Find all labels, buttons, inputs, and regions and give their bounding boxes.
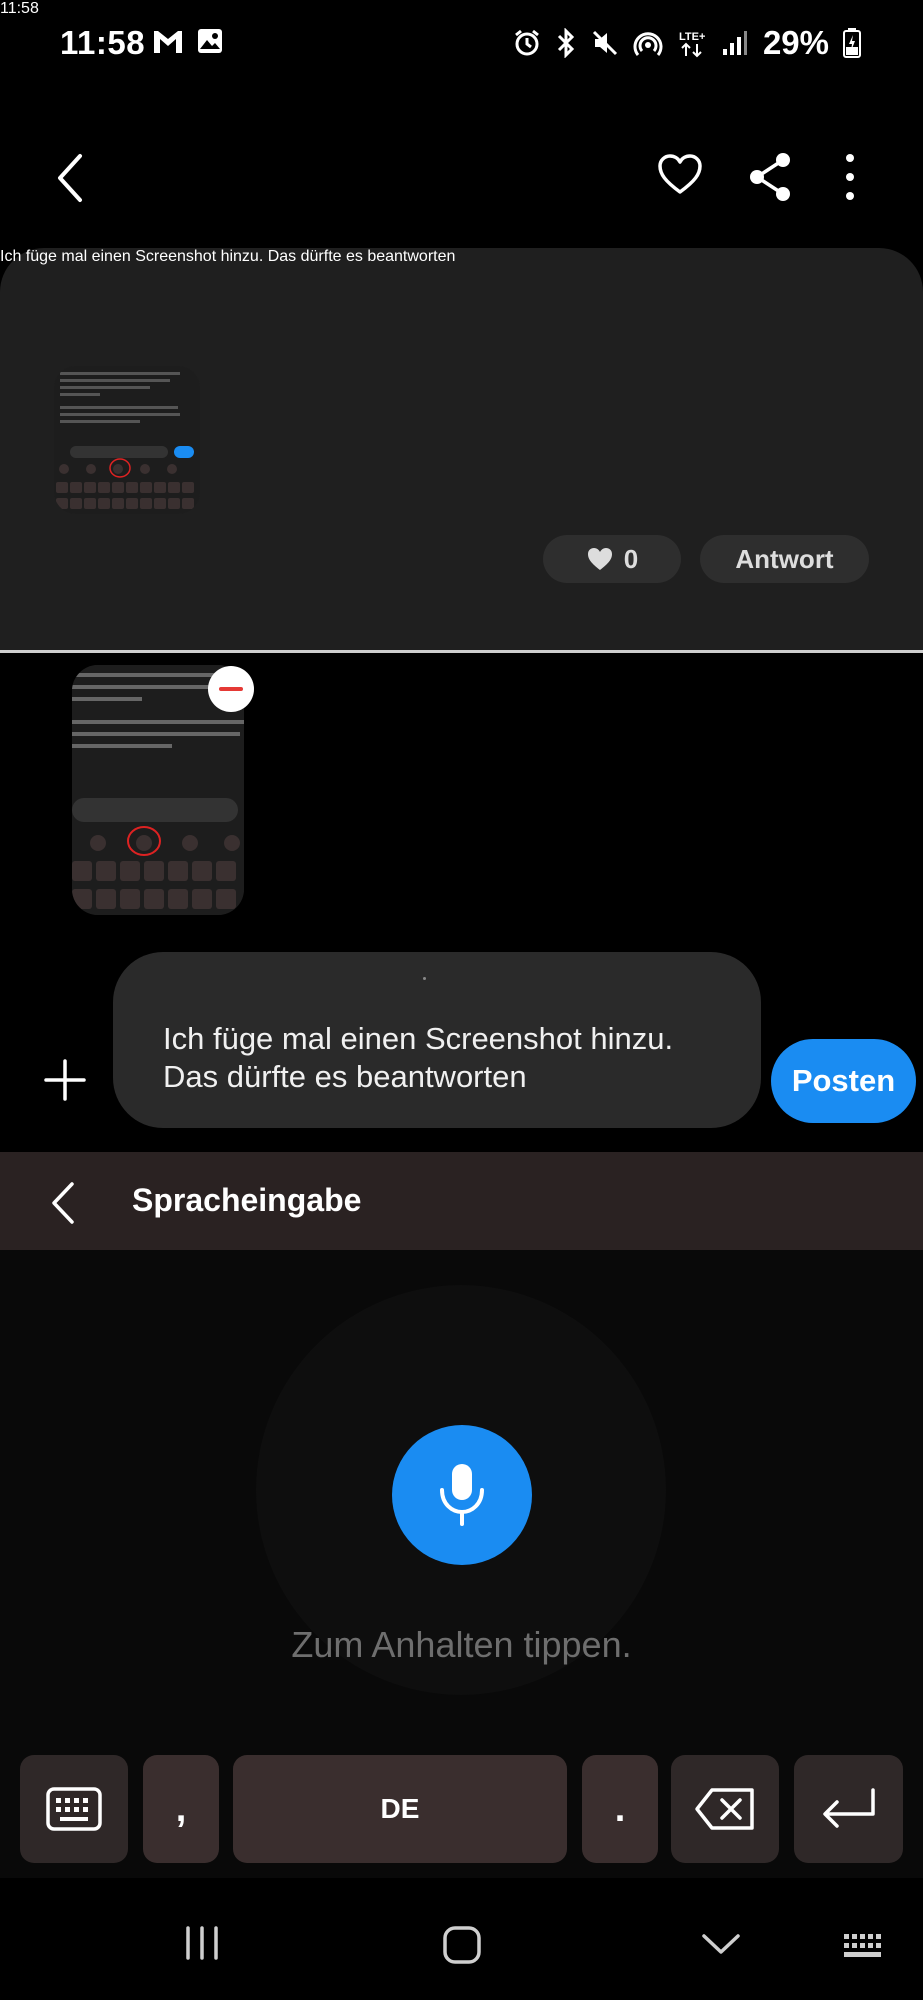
comment-timestamp: 11:58 bbox=[0, 0, 39, 17]
recent-apps-icon[interactable] bbox=[180, 1925, 224, 1961]
hide-keyboard-icon[interactable] bbox=[700, 1930, 742, 1958]
heart-filled-icon bbox=[587, 548, 612, 570]
backspace-icon bbox=[695, 1788, 754, 1830]
comment-input-text[interactable]: Ich füge mal einen Screenshot hinzu. Das… bbox=[163, 1020, 723, 1096]
back-icon[interactable] bbox=[48, 150, 96, 206]
screenshot-preview-image bbox=[54, 366, 200, 514]
drag-handle bbox=[423, 977, 426, 980]
gallery-icon bbox=[198, 29, 222, 53]
keyboard-select-icon[interactable] bbox=[842, 1932, 886, 1960]
share-icon[interactable] bbox=[745, 150, 795, 204]
period-key[interactable]: . bbox=[582, 1755, 658, 1863]
remove-attachment-button[interactable] bbox=[208, 666, 254, 712]
keyboard-switch-key[interactable] bbox=[20, 1755, 128, 1863]
home-icon[interactable] bbox=[442, 1925, 482, 1965]
hotspot-icon bbox=[633, 32, 663, 56]
post-button[interactable]: Posten bbox=[771, 1039, 916, 1123]
microphone-icon bbox=[440, 1464, 484, 1526]
like-button[interactable]: 0 bbox=[543, 535, 681, 583]
space-key[interactable]: DE bbox=[233, 1755, 567, 1863]
battery-percent: 29% bbox=[762, 24, 829, 61]
keyboard-icon bbox=[46, 1787, 102, 1831]
alarm-icon bbox=[515, 29, 539, 56]
more-options-icon[interactable] bbox=[835, 150, 865, 204]
notification-icons bbox=[152, 27, 224, 55]
divider bbox=[0, 650, 923, 653]
like-count: 0 bbox=[623, 543, 639, 574]
add-attachment-icon[interactable] bbox=[42, 1057, 88, 1103]
voice-back-icon[interactable] bbox=[48, 1180, 78, 1226]
bluetooth-icon bbox=[557, 28, 575, 58]
signal-icon bbox=[722, 31, 747, 55]
status-time: 11:58 bbox=[60, 24, 146, 61]
svg-text:LTE+: LTE+ bbox=[679, 31, 705, 43]
system-icons: LTE+ 29% bbox=[513, 24, 861, 62]
minus-icon bbox=[219, 687, 243, 691]
comment-text: Ich füge mal einen Screenshot hinzu. Das… bbox=[0, 248, 456, 265]
backspace-key[interactable] bbox=[671, 1755, 779, 1863]
reply-button[interactable]: Antwort bbox=[700, 535, 869, 583]
gmail-icon bbox=[154, 31, 182, 53]
heart-icon[interactable] bbox=[655, 150, 705, 200]
voice-hint: Zum Anhalten tippen. bbox=[291, 1624, 632, 1665]
battery-charging-icon bbox=[843, 28, 861, 58]
voice-input-header: Spracheingabe bbox=[0, 1152, 923, 1250]
microphone-button[interactable] bbox=[392, 1425, 532, 1565]
lte-icon: LTE+ bbox=[679, 31, 705, 58]
status-bar: 11:58 LTE+ 29% bbox=[0, 0, 923, 90]
enter-icon bbox=[822, 1788, 875, 1828]
voice-input-title: Spracheingabe bbox=[132, 1182, 362, 1218]
enter-key[interactable] bbox=[794, 1755, 903, 1863]
comment-screenshot-thumbnail[interactable] bbox=[54, 366, 200, 514]
mute-icon bbox=[592, 30, 617, 56]
comment-input[interactable]: Ich füge mal einen Screenshot hinzu. Das… bbox=[113, 952, 761, 1128]
comma-key[interactable]: , bbox=[143, 1755, 219, 1863]
